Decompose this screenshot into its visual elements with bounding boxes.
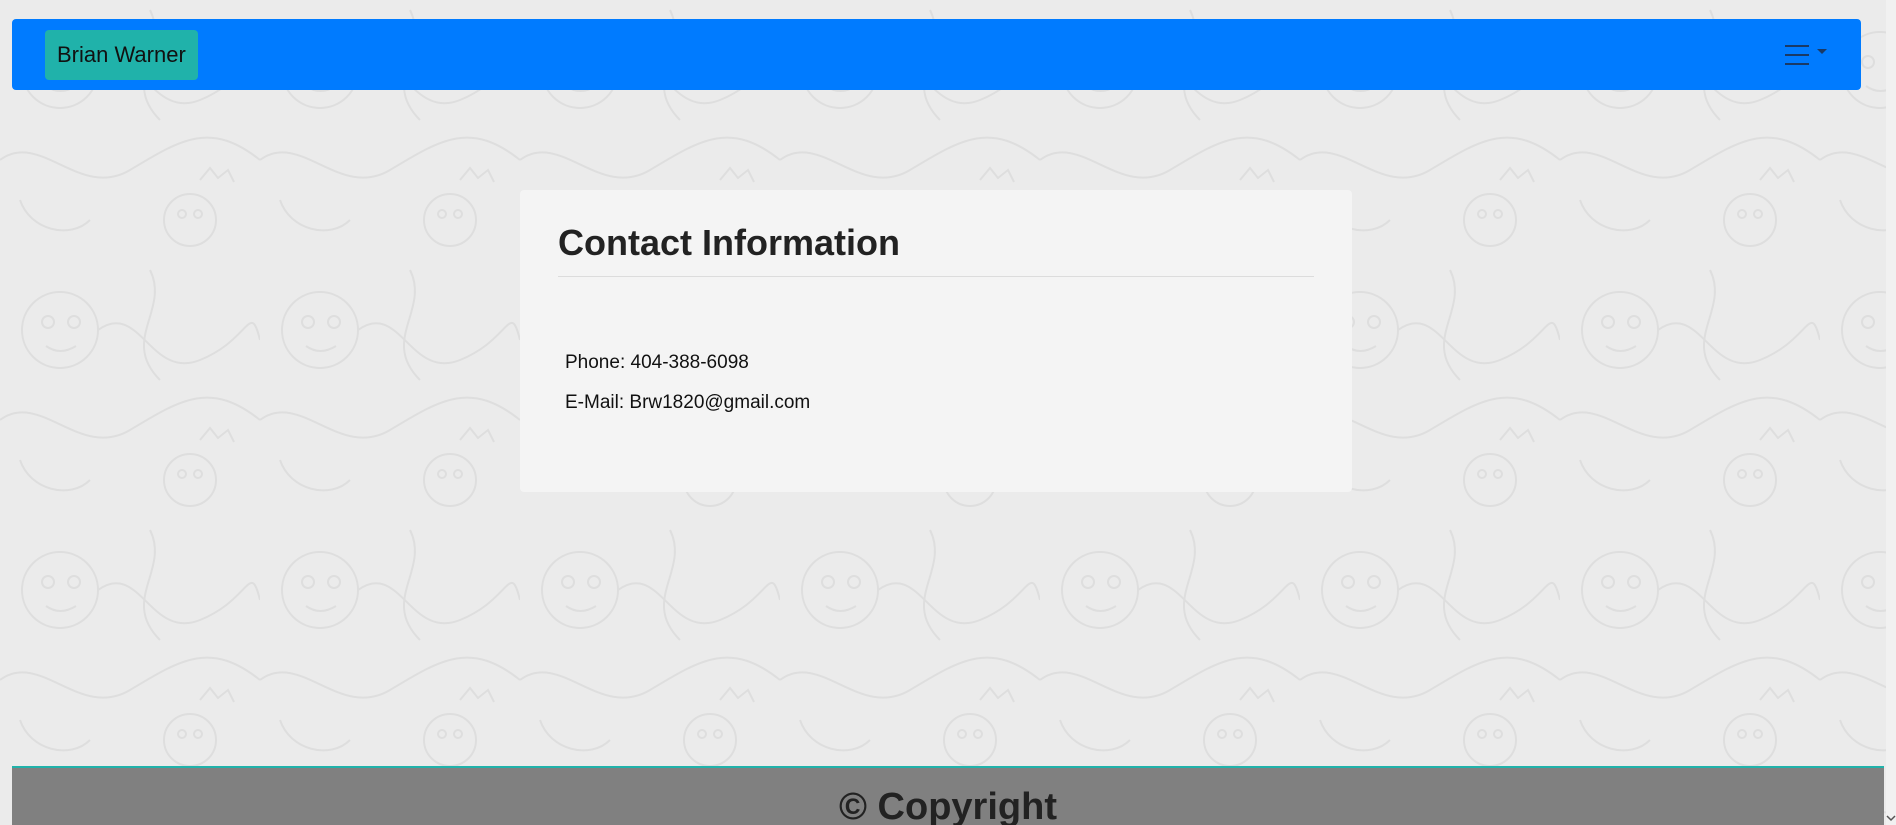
scroll-down-arrow-icon[interactable] [1886, 813, 1896, 823]
navbar: Brian Warner [12, 19, 1861, 90]
title-divider [558, 276, 1314, 277]
navbar-toggler-button[interactable] [1785, 43, 1831, 67]
contact-title: Contact Information [558, 222, 900, 263]
footer: © Copyright [12, 766, 1884, 825]
brand-link[interactable]: Brian Warner [45, 30, 198, 80]
email-text: E-Mail: Brw1820@gmail.com [565, 392, 811, 413]
contact-card: Contact Information Phone: 404-388-6098 … [520, 190, 1352, 492]
hamburger-menu-icon [1785, 45, 1827, 65]
phone-text: Phone: 404-388-6098 [565, 352, 749, 373]
vertical-scrollbar[interactable] [1886, 0, 1896, 825]
copyright-text: © Copyright [839, 786, 1057, 825]
